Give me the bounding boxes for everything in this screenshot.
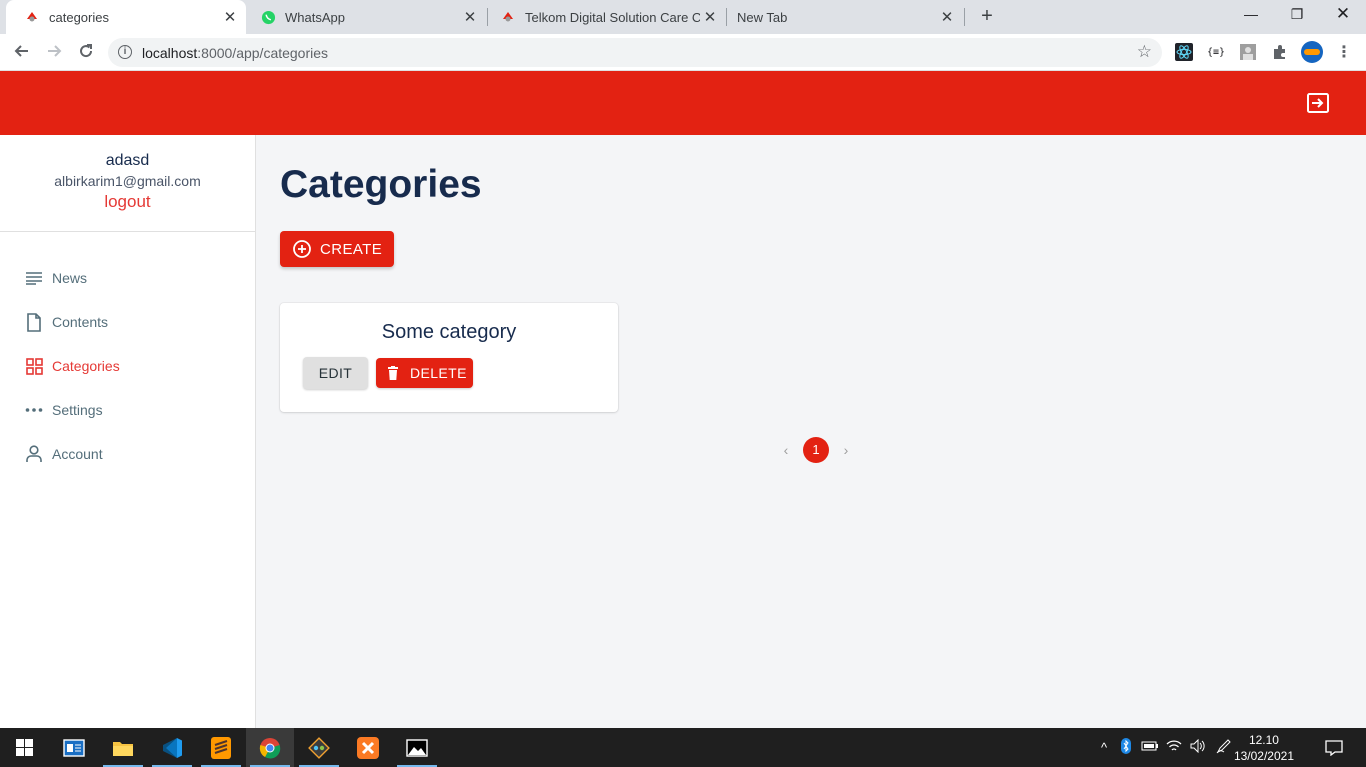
extensions-puzzle-icon[interactable] — [1271, 43, 1289, 61]
chrome-icon[interactable] — [246, 728, 294, 767]
logout-link[interactable]: logout — [0, 192, 255, 212]
app-top-bar — [0, 71, 1366, 135]
sidebar-item-label: Contents — [52, 314, 109, 330]
sidebar-item-contents[interactable]: Contents — [0, 300, 255, 344]
browser-menu-icon[interactable]: ⋮ — [1335, 43, 1353, 61]
url-path: :8000/app/categories — [197, 45, 329, 61]
tab-separator — [964, 8, 965, 26]
system-tray: ^ — [1094, 728, 1238, 767]
sidebar-item-categories[interactable]: Categories — [0, 344, 255, 388]
news-icon — [24, 268, 44, 288]
user-profile: adasd albirkarim1@gmail.com logout — [0, 135, 255, 232]
person-icon — [24, 444, 44, 464]
forward-arrow-icon — [48, 45, 62, 57]
sidebar: adasd albirkarim1@gmail.com logout News … — [0, 135, 256, 728]
vscode-icon[interactable] — [148, 728, 196, 767]
tab-title: WhatsApp — [285, 9, 345, 25]
file-explorer-icon[interactable] — [99, 728, 147, 767]
clock-time: 12.10 — [1248, 733, 1279, 747]
git-client-icon[interactable] — [295, 728, 343, 767]
delete-button-label: DELETE — [410, 365, 467, 381]
telkom-favicon-icon — [500, 9, 516, 25]
back-button[interactable] — [10, 41, 34, 65]
minimize-button[interactable]: — — [1228, 0, 1274, 30]
sidebar-item-label: Categories — [52, 358, 120, 374]
volume-icon[interactable] — [1186, 738, 1210, 756]
profile-extension-icon[interactable] — [1239, 43, 1257, 61]
tab-title: categories — [49, 9, 109, 25]
create-button-label: CREATE — [320, 240, 383, 258]
user-avatar-icon[interactable] — [1301, 41, 1323, 63]
clock-date: 13/02/2021 — [1233, 749, 1294, 763]
json-viewer-icon[interactable]: {≡} — [1207, 43, 1225, 61]
grid-icon — [24, 356, 44, 376]
close-tab-icon[interactable]: ✕ — [700, 8, 720, 26]
taskbar-clock[interactable]: 12.10 13/02/2021 — [1234, 732, 1294, 764]
create-button[interactable]: CREATE — [280, 231, 394, 267]
page-title: Categories — [280, 163, 482, 206]
sidebar-item-news[interactable]: News — [0, 256, 255, 300]
site-info-icon[interactable]: i — [118, 45, 132, 59]
browser-toolbar: i localhost:8000/app/categories ☆ {≡} ⋮ — [0, 34, 1366, 71]
restore-button[interactable]: ❐ — [1274, 0, 1320, 30]
add-circle-icon — [292, 239, 312, 259]
xampp-icon[interactable] — [344, 728, 392, 767]
windows-taskbar: ^ 12.10 13/02/2021 — [0, 728, 1366, 767]
close-tab-icon[interactable]: ✕ — [937, 8, 957, 26]
notifications-icon[interactable] — [1312, 728, 1356, 767]
page-button-current[interactable]: 1 — [803, 437, 829, 463]
tab-new-tab[interactable]: New Tab ✕ — [719, 0, 963, 34]
wifi-icon[interactable] — [1162, 739, 1186, 756]
photos-icon[interactable] — [393, 728, 441, 767]
close-tab-icon[interactable]: ✕ — [460, 8, 480, 26]
task-view-icon[interactable] — [50, 728, 98, 767]
app-favicon-icon — [24, 9, 40, 25]
user-email: albirkarim1@gmail.com — [54, 173, 201, 189]
bluetooth-icon[interactable] — [1114, 738, 1138, 757]
address-bar[interactable]: i localhost:8000/app/categories ☆ — [108, 38, 1162, 67]
windows-logo-icon — [15, 739, 33, 756]
new-tab-button[interactable]: + — [976, 5, 998, 27]
forward-button[interactable] — [42, 41, 66, 65]
start-button[interactable] — [0, 728, 48, 767]
url-text: localhost:8000/app/categories — [142, 45, 328, 61]
trash-icon — [386, 366, 400, 380]
battery-icon[interactable] — [1138, 740, 1162, 755]
more-icon — [24, 400, 44, 420]
main-content: Categories CREATE Some category EDIT DEL… — [256, 135, 1366, 728]
sidebar-item-label: News — [52, 270, 88, 286]
close-tab-icon[interactable]: ✕ — [220, 8, 240, 26]
browser-tab-bar: categories ✕ WhatsApp ✕ Telkom Digital S… — [0, 0, 1366, 34]
react-devtools-icon[interactable] — [1175, 43, 1193, 61]
sidebar-item-label: Account — [52, 446, 103, 462]
tab-title: Telkom Digital Solution Care Cen — [525, 9, 700, 25]
sidebar-item-account[interactable]: Account — [0, 432, 255, 476]
sidebar-item-label: Settings — [52, 402, 103, 418]
tab-whatsapp[interactable]: WhatsApp ✕ — [242, 0, 486, 34]
user-name: adasd — [105, 152, 150, 169]
back-arrow-icon — [14, 45, 28, 57]
chevron-right-icon[interactable]: › — [836, 442, 856, 458]
reload-icon — [80, 44, 93, 58]
url-host: localhost — [142, 45, 198, 61]
reload-button[interactable] — [74, 41, 98, 65]
delete-button[interactable]: DELETE — [376, 358, 473, 388]
sidebar-nav: News Contents Categories Settings Accoun… — [0, 232, 255, 476]
bookmark-star-icon[interactable]: ☆ — [1137, 42, 1152, 62]
category-name: Some category — [381, 321, 517, 343]
edit-button[interactable]: EDIT — [303, 357, 368, 389]
tab-categories[interactable]: categories ✕ — [6, 0, 246, 34]
logout-icon[interactable] — [1306, 91, 1330, 115]
file-icon — [24, 312, 44, 332]
tab-telkom[interactable]: Telkom Digital Solution Care Cen ✕ — [482, 0, 726, 34]
sidebar-item-settings[interactable]: Settings — [0, 388, 255, 432]
pagination: ‹ 1 › — [776, 437, 856, 463]
category-card: Some category EDIT DELETE — [280, 303, 618, 412]
show-hidden-icons-icon[interactable]: ^ — [1094, 740, 1114, 755]
whatsapp-icon — [260, 9, 276, 25]
close-window-button[interactable]: ✕ — [1320, 0, 1366, 30]
chevron-left-icon[interactable]: ‹ — [776, 442, 796, 458]
sublime-text-icon[interactable] — [197, 728, 245, 767]
tab-title: New Tab — [737, 9, 788, 25]
